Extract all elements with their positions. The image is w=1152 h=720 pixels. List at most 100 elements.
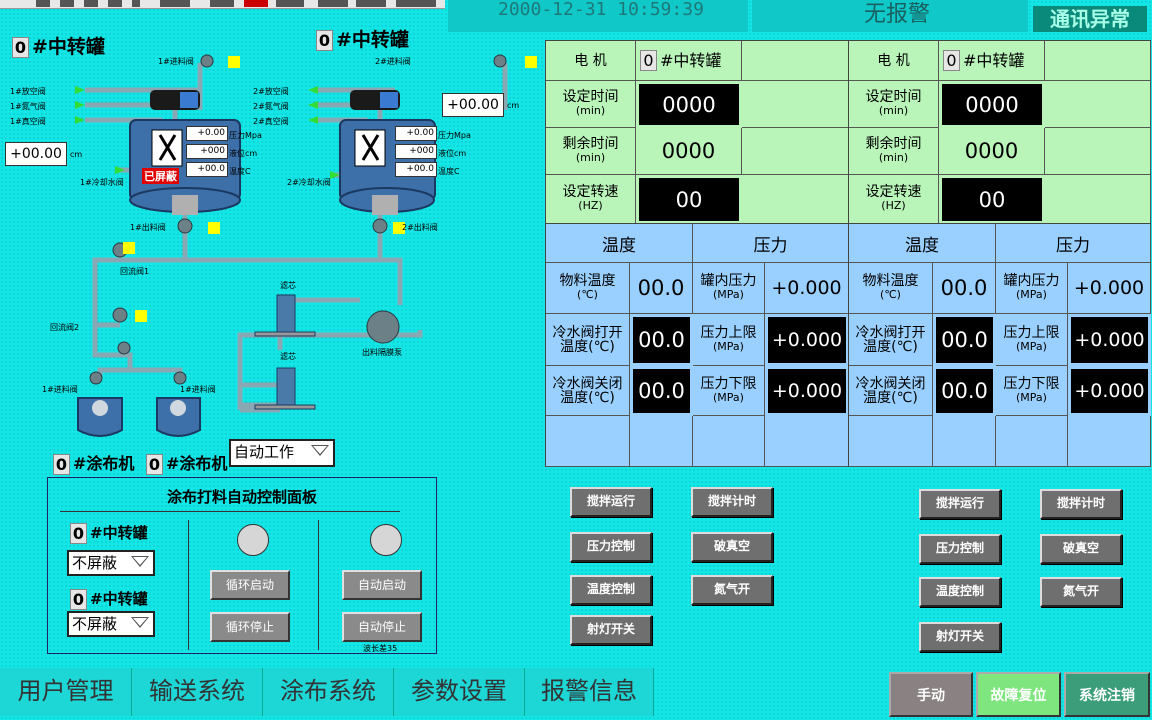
nav-parameter-settings[interactable]: 参数设置 — [394, 668, 525, 716]
nitrogen-on-button-1[interactable]: 氮气开 — [691, 575, 773, 605]
line-color-icon[interactable] — [276, 0, 304, 7]
align-icon[interactable] — [160, 0, 190, 7]
pressure-control-button-2[interactable]: 压力控制 — [919, 534, 1001, 564]
remain-time-label: 剩余时间 (min) — [849, 128, 939, 175]
coater2-number[interactable]: 0 — [146, 454, 163, 475]
coater1-feed-label: 1#进料阀 — [42, 385, 78, 394]
coldwater-close-value[interactable]: 00.0 — [936, 369, 993, 413]
panel-tank-a: 0 #中转罐 — [70, 522, 148, 544]
auto-indicator-lamp — [370, 524, 402, 556]
mode-select[interactable]: 自动工作 — [229, 439, 335, 467]
bold-icon[interactable] — [36, 0, 50, 7]
tank2-vacuum-label: 2#真空阀 — [253, 117, 289, 126]
motor-label: 电 机 — [849, 41, 939, 81]
light-switch-button-2[interactable]: 射灯开关 — [919, 622, 1001, 652]
tank2-level-unit: cm — [507, 101, 520, 110]
tank2-outlet-label: 2#出料阀 — [402, 223, 438, 232]
panel-title: 涂布打料自动控制面板 — [166, 488, 317, 506]
tank1-feed-valve-label: 1#进料阀 — [158, 57, 194, 66]
motor-table-1: 电 机 0 #中转罐 设定时间 (min) 0000 剩余时间 (min) 0000 … — [545, 40, 849, 224]
pressure-low-value[interactable]: +0.000 — [768, 369, 846, 413]
tank-pressure-label: 罐内压力 (MPa) — [693, 263, 765, 314]
tank1-coldwater-label: 1#冷却水阀 — [80, 178, 124, 187]
tank2-level-big[interactable]: +00.00 — [442, 93, 504, 117]
tank1-nitrogen-label: 1#氮气阀 — [10, 102, 46, 111]
manual-button[interactable]: 手动 — [889, 672, 973, 717]
tank1-level-label: 液位cm — [229, 149, 258, 158]
stir-timer-button-1[interactable]: 搅拌计时 — [691, 487, 773, 517]
system-logout-button[interactable]: 系统注销 — [1064, 672, 1150, 717]
panel-tank-a-select[interactable]: 不屏蔽 — [67, 550, 155, 576]
set-speed-label: 设定转速 (HZ) — [849, 175, 939, 224]
layout-icon[interactable] — [396, 0, 436, 7]
material-temp-label: 物料温度 (℃) — [546, 263, 630, 314]
break-vacuum-button-1[interactable]: 破真空 — [691, 532, 773, 562]
pressure-header: 压力 — [693, 224, 849, 263]
fill-color-icon[interactable] — [244, 0, 268, 7]
tank2-temp-value[interactable]: +00.0 — [395, 162, 437, 177]
font-icon[interactable] — [132, 0, 140, 7]
line-style-icon[interactable] — [356, 0, 386, 7]
coldwater-open-value[interactable]: 00.0 — [633, 317, 690, 363]
tank1-temp-label: 温度C — [229, 167, 251, 176]
motor-tank-number[interactable]: 0 — [943, 50, 960, 71]
set-time-value[interactable]: 0000 — [639, 84, 739, 125]
pressure-low-label: 压力下限 (MPa) — [996, 366, 1068, 416]
temp-control-button-2[interactable]: 温度控制 — [919, 577, 1001, 607]
temp-pressure-table-1: 温度 压力 物料温度 (℃) 00.0 罐内压力 (MPa) +0.000 冷水阀打… — [545, 223, 849, 467]
panel-tank-b-select[interactable]: 不屏蔽 — [67, 611, 155, 637]
tank2-pressure-value[interactable]: +0.00 — [395, 126, 437, 141]
pressure-control-button-1[interactable]: 压力控制 — [570, 532, 652, 562]
nav-conveying-system[interactable]: 输送系统 — [132, 668, 263, 716]
auto-start-button[interactable]: 自动启动 — [342, 570, 422, 600]
coldwater-open-value[interactable]: 00.0 — [936, 317, 993, 363]
tank1-pressure-value[interactable]: +0.00 — [186, 126, 228, 141]
line-width-icon[interactable] — [318, 0, 348, 7]
light-switch-button-1[interactable]: 射灯开关 — [570, 615, 652, 645]
stir-run-button-1[interactable]: 搅拌运行 — [570, 487, 652, 517]
temp-header: 温度 — [546, 224, 693, 263]
alarm-status: 无报警 — [752, 0, 1028, 32]
tank1-level-big[interactable]: +00.00 — [5, 142, 67, 166]
underline-icon[interactable] — [84, 0, 98, 7]
cycle-stop-button[interactable]: 循环停止 — [210, 612, 290, 642]
set-speed-value[interactable]: 00 — [942, 178, 1042, 221]
set-time-value[interactable]: 0000 — [942, 84, 1042, 125]
italic-icon[interactable] — [60, 0, 74, 7]
nav-coating-system[interactable]: 涂布系统 — [263, 668, 394, 716]
strike-icon[interactable] — [108, 0, 122, 7]
motor-tank-number[interactable]: 0 — [640, 50, 657, 71]
coater1-number[interactable]: 0 — [53, 454, 70, 475]
pressure-low-value[interactable]: +0.000 — [1071, 369, 1148, 413]
auto-stop-button[interactable]: 自动停止 — [342, 612, 422, 642]
pressure-high-value[interactable]: +0.000 — [1071, 317, 1148, 363]
tank1-level-value[interactable]: +000 — [186, 144, 228, 159]
tank-pressure-label: 罐内压力 (MPa) — [996, 263, 1068, 314]
coldwater-open-label: 冷水阀打开 温度(℃) — [546, 314, 630, 366]
coldwater-close-value[interactable]: 00.0 — [633, 369, 690, 413]
text-color-icon[interactable] — [210, 0, 234, 7]
tank2-level-value[interactable]: +000 — [395, 144, 437, 159]
tank2-feed-valve-label: 2#进料阀 — [375, 57, 411, 66]
tank2-number[interactable]: 0 — [316, 30, 333, 51]
nav-alarm-info[interactable]: 报警信息 — [525, 668, 654, 716]
nav-user-management[interactable]: 用户管理 — [0, 668, 132, 716]
panel-tank-a-number[interactable]: 0 — [70, 523, 87, 544]
stir-timer-button-2[interactable]: 搅拌计时 — [1040, 489, 1122, 519]
break-vacuum-button-2[interactable]: 破真空 — [1040, 534, 1122, 564]
cycle-start-button[interactable]: 循环启动 — [210, 570, 290, 600]
fault-reset-button[interactable]: 故障复位 — [976, 672, 1061, 717]
panel-tank-b-number[interactable]: 0 — [70, 589, 87, 610]
tank2-level-label: 液位cm — [438, 149, 467, 158]
set-speed-value[interactable]: 00 — [639, 178, 739, 221]
temp-header: 温度 — [849, 224, 996, 263]
filter1-label: 滤芯 — [280, 281, 296, 290]
tank1-temp-value[interactable]: +00.0 — [186, 162, 228, 177]
pressure-header: 压力 — [996, 224, 1151, 263]
stir-run-button-2[interactable]: 搅拌运行 — [919, 489, 1001, 519]
nitrogen-on-button-2[interactable]: 氮气开 — [1040, 577, 1122, 607]
temp-control-button-1[interactable]: 温度控制 — [570, 575, 652, 605]
pressure-high-value[interactable]: +0.000 — [768, 317, 846, 363]
pump-label: 出料隔膜泵 — [362, 348, 402, 357]
tank2-temp-label: 温度C — [438, 167, 460, 176]
